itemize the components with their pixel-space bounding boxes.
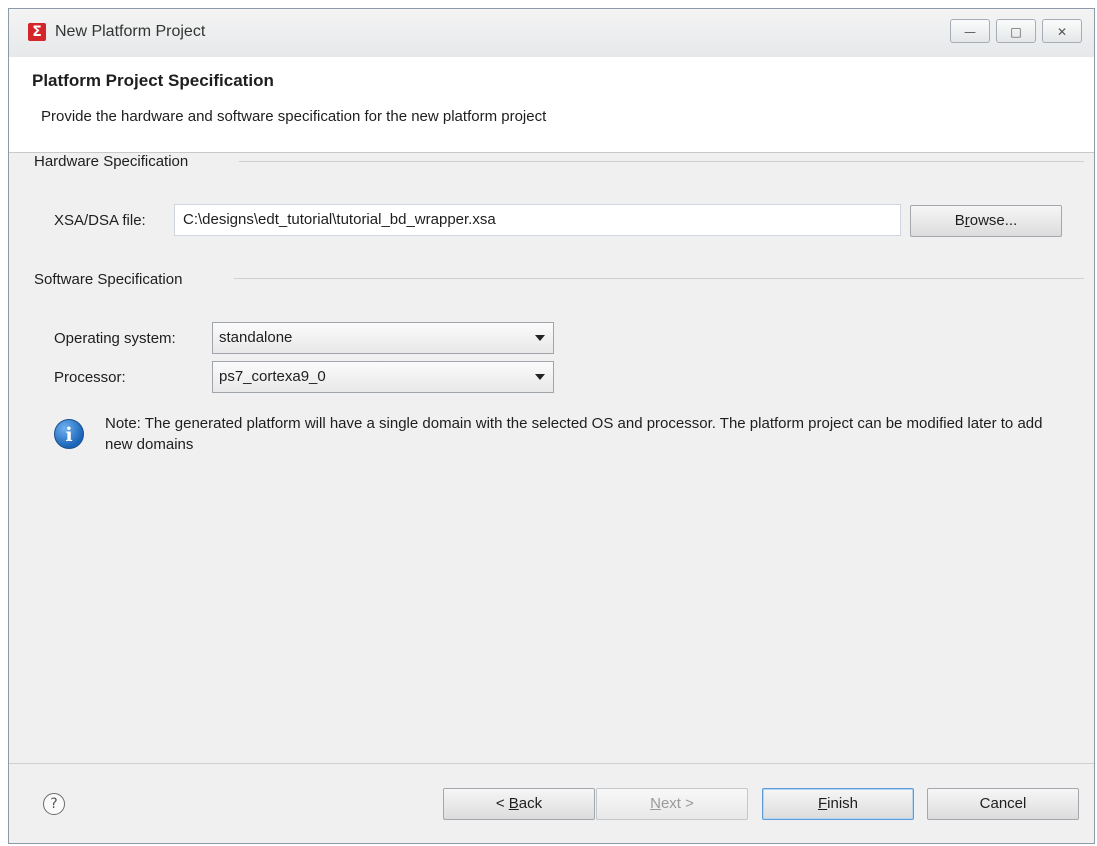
os-label: Operating system: xyxy=(54,330,176,347)
processor-label: Processor: xyxy=(54,369,126,386)
info-icon: i xyxy=(54,419,84,449)
os-select[interactable]: standalone xyxy=(212,322,554,354)
footer-divider xyxy=(9,763,1094,764)
processor-select[interactable]: ps7_cortexa9_0 xyxy=(212,361,554,393)
xsa-file-label: XSA/DSA file: xyxy=(54,212,146,229)
finish-button[interactable]: Finish xyxy=(762,788,914,820)
cancel-button[interactable]: Cancel xyxy=(927,788,1079,820)
browse-button[interactable]: Browse... xyxy=(910,205,1062,237)
minimize-button[interactable]: — xyxy=(950,19,990,43)
window-title: New Platform Project xyxy=(55,23,206,40)
software-group-label: Software Specification xyxy=(34,271,191,288)
title-bar: Σ New Platform Project — □ ✕ xyxy=(9,9,1094,58)
next-button[interactable]: Next > xyxy=(596,788,748,820)
processor-select-value: ps7_cortexa9_0 xyxy=(219,368,326,385)
back-button[interactable]: < Back xyxy=(443,788,595,820)
xilinx-sigma-icon: Σ xyxy=(28,23,46,41)
note-text: Note: The generated platform will have a… xyxy=(105,415,1043,453)
new-platform-project-dialog: Σ New Platform Project — □ ✕ Platform Pr… xyxy=(8,8,1095,844)
wizard-header: Platform Project Specification Provide t… xyxy=(9,57,1094,153)
chevron-down-icon xyxy=(535,335,545,341)
page-title: Platform Project Specification xyxy=(32,71,274,90)
window-controls: — □ ✕ xyxy=(950,19,1082,43)
hardware-group-label: Hardware Specification xyxy=(34,153,197,170)
page-description: Provide the hardware and software specif… xyxy=(41,108,547,125)
software-group-divider xyxy=(234,278,1084,279)
help-icon[interactable]: ? xyxy=(43,793,65,815)
os-select-value: standalone xyxy=(219,329,293,346)
chevron-down-icon xyxy=(535,374,545,380)
hardware-group-divider xyxy=(239,161,1084,162)
maximize-button[interactable]: □ xyxy=(996,19,1036,43)
close-button[interactable]: ✕ xyxy=(1042,19,1082,43)
xsa-file-input[interactable]: C:\designs\edt_tutorial\tutorial_bd_wrap… xyxy=(174,204,901,236)
